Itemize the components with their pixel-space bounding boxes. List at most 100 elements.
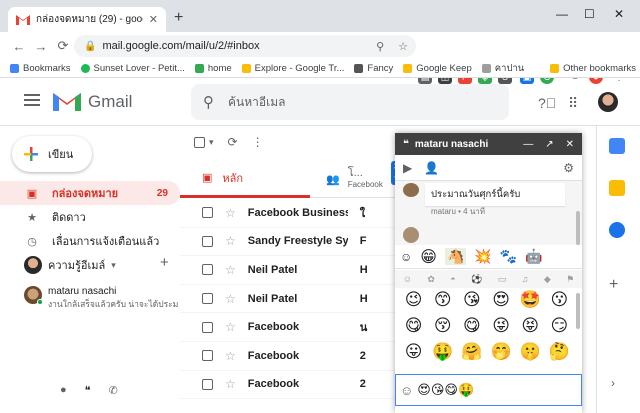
new-tab-button[interactable]: + <box>174 9 183 27</box>
food-category-icon[interactable]: ◓ <box>450 274 455 284</box>
table-row[interactable]: ☆ Facebook Business ใ <box>180 199 395 228</box>
emoji[interactable]: 😗 <box>545 289 574 311</box>
search-input[interactable]: ค้นหาอีเมล <box>228 93 285 112</box>
chat-header[interactable]: ❝ mataru nasachi — ↗ ✕ <box>395 133 582 155</box>
add-addon-icon[interactable]: + <box>609 276 618 294</box>
emoji[interactable]: 😋 <box>457 315 486 337</box>
bell-category-icon[interactable]: ♫ <box>522 274 529 284</box>
gear-icon[interactable]: ⚙ <box>563 161 574 175</box>
star-icon[interactable]: ☆ <box>225 349 236 363</box>
bookmark-item[interactable]: Explore - Google Tr... <box>241 63 344 74</box>
chevron-down-icon[interactable]: ▾ <box>111 260 116 271</box>
back-icon[interactable]: ← <box>8 39 30 54</box>
reload-icon[interactable]: ⟳ <box>52 38 74 54</box>
phone-icon[interactable]: ✆ <box>109 384 118 397</box>
star-icon[interactable]: ☆ <box>225 377 236 391</box>
bookmark-item[interactable]: Sunset Lover - Petit... <box>80 63 185 74</box>
zoom-icon[interactable]: ⚲ <box>376 40 384 53</box>
sidebar-item-starred[interactable]: ★ ติดดาว <box>0 205 180 229</box>
keep-icon[interactable] <box>609 180 625 196</box>
row-checkbox[interactable] <box>202 350 213 362</box>
emoji[interactable]: 😍 <box>486 289 515 311</box>
calendar-icon[interactable] <box>609 138 625 154</box>
compose-button[interactable]: เขียน <box>12 136 92 172</box>
bookmark-item[interactable]: Google Keep <box>403 63 472 74</box>
star-icon[interactable]: ☆ <box>225 320 236 334</box>
sticker-icon[interactable]: 🐴 <box>444 248 467 265</box>
video-call-icon[interactable]: ▶ <box>403 161 412 175</box>
emoji[interactable]: 😝 <box>516 315 545 337</box>
row-checkbox[interactable] <box>202 293 213 305</box>
table-row[interactable]: ☆ Facebook 2 <box>180 341 395 371</box>
emoji[interactable]: 😚 <box>428 315 457 337</box>
bookmark-item[interactable]: Other bookmarks <box>550 63 636 74</box>
emoji[interactable]: 😘 <box>457 289 486 311</box>
main-menu-icon[interactable] <box>24 94 40 109</box>
help-icon[interactable]: ?⃝ <box>538 95 556 111</box>
row-checkbox[interactable] <box>202 235 213 247</box>
browser-tab-gmail[interactable]: กล่องจดหมาย (29) - goodtipit@gm ✕ <box>8 7 166 32</box>
bookmark-item[interactable]: Bookmarks <box>10 63 71 74</box>
chevron-right-icon[interactable]: › <box>611 376 615 390</box>
table-row[interactable]: ☆ Neil Patel H <box>180 256 395 285</box>
table-row[interactable]: ☆ Neil Patel H <box>180 284 395 314</box>
star-icon[interactable]: ☆ <box>225 263 236 277</box>
sticker-icon[interactable]: 💥 <box>474 248 491 265</box>
row-checkbox[interactable] <box>202 321 213 333</box>
sport-category-icon[interactable]: ⚽ <box>471 274 482 285</box>
more-icon[interactable]: ⋮ <box>252 135 264 149</box>
tab-social[interactable]: 👥 โ... Facebook 3 รา <box>326 160 406 198</box>
bookmark-star-icon[interactable]: ☆ <box>398 40 408 53</box>
emoji-picker-icon[interactable]: ☺ <box>400 383 413 398</box>
sidebar-item-inbox[interactable]: ▣ กล่องจดหมาย 29 <box>0 181 180 205</box>
chat-scrollbar[interactable] <box>576 211 580 245</box>
hangouts-contact[interactable]: mataru nasachi งานใกล้เสร็จแล้วครับ น่าจ… <box>24 286 180 311</box>
forward-icon[interactable]: → <box>30 39 52 54</box>
chat-message-input[interactable]: ☺ 😍😘😋🤑 <box>395 374 582 406</box>
minimize-button[interactable]: — <box>556 7 568 21</box>
flag-category-icon[interactable]: ⚑ <box>566 274 574 285</box>
emoji[interactable]: 🤫 <box>516 341 545 363</box>
star-icon[interactable]: ☆ <box>225 234 236 248</box>
row-checkbox[interactable] <box>202 207 213 219</box>
emoji[interactable]: 🤗 <box>457 341 486 363</box>
maximize-button[interactable]: ☐ <box>584 7 595 21</box>
emoji[interactable]: 😉 <box>399 289 428 311</box>
minimize-chat-icon[interactable]: — <box>523 139 533 150</box>
hangouts-icon[interactable]: ❝ <box>85 384 91 397</box>
popout-icon[interactable]: ↗ <box>545 139 553 150</box>
row-checkbox[interactable] <box>202 264 213 276</box>
emoji-tab-icon[interactable]: ☺ <box>400 250 412 264</box>
person-icon[interactable]: ● <box>60 384 67 397</box>
symbol-category-icon[interactable]: ◆ <box>544 274 551 285</box>
select-all-checkbox[interactable] <box>194 136 205 148</box>
smiley-category-icon[interactable]: ☺ <box>403 274 412 284</box>
tasks-icon[interactable] <box>609 222 625 238</box>
table-row[interactable]: ☆ Facebook น <box>180 313 395 342</box>
hangouts-account[interactable]: ความรู้อีเมล์ ▾ <box>24 256 116 274</box>
sticker-icon[interactable]: 🐾 <box>500 248 517 265</box>
emoji[interactable]: 🤭 <box>486 341 515 363</box>
address-bar[interactable]: 🔒 mail.google.com/mail/u/2/#inbox ⚲ ☆ <box>74 35 416 57</box>
table-row[interactable]: ☆ Sandy Freestyle Syd. F <box>180 227 395 257</box>
emoji[interactable]: 🤔 <box>545 341 574 363</box>
row-checkbox[interactable] <box>202 378 213 390</box>
bookmark-item[interactable]: คาปาน <box>481 61 524 76</box>
search-icon[interactable]: ⚲ <box>203 93 214 111</box>
bookmark-item[interactable]: home <box>194 63 232 74</box>
sticker-icon[interactable]: 🤖 <box>525 248 542 265</box>
chevron-down-icon[interactable]: ▾ <box>209 137 214 148</box>
table-row[interactable]: ☆ Facebook 2 <box>180 370 395 400</box>
tab-primary[interactable]: ▣ หลัก <box>180 160 310 198</box>
emoji[interactable]: 😋 <box>399 315 428 337</box>
emoji[interactable]: 🤩 <box>516 289 545 311</box>
emoji[interactable]: 😏 <box>545 315 574 337</box>
close-icon[interactable]: ✕ <box>566 139 574 150</box>
sticker-icon[interactable]: 😁 <box>420 247 437 267</box>
search-bar[interactable]: ⚲ ค้นหาอีเมล <box>191 84 509 120</box>
sidebar-item-snoozed[interactable]: ◷ เลื่อนการแจ้งเตือนแล้ว <box>0 229 180 253</box>
emoji[interactable]: 😙 <box>428 289 457 311</box>
emoji[interactable]: 🤑 <box>428 341 457 363</box>
gmail-logo-icon[interactable] <box>53 91 81 111</box>
emoji-scrollbar[interactable] <box>576 293 580 329</box>
